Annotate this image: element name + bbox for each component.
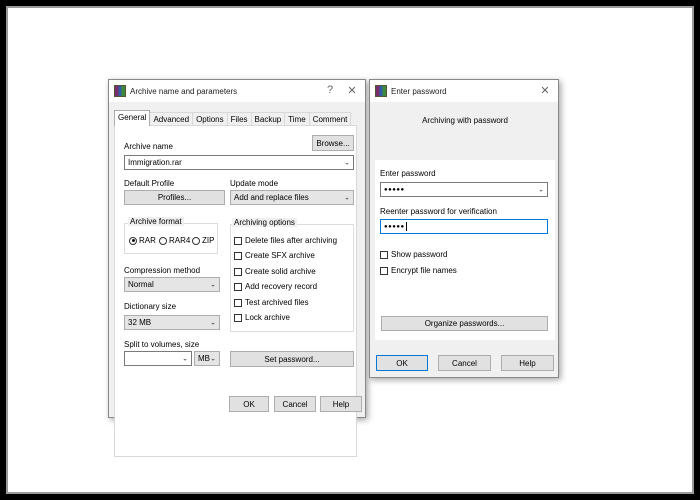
archive-name-input[interactable]: Immigration.rar ⌄ [124,155,354,170]
format-rar4-label: RAR4 [169,236,191,245]
ok-button[interactable]: OK [229,396,269,412]
encrypt-names-label: Encrypt file names [391,266,457,275]
cancel-button[interactable]: Cancel [274,396,316,412]
compression-method-value: Normal [128,280,154,289]
update-mode-value: Add and replace files [234,193,309,202]
archive-dialog: Archive name and parameters ? ✕ General … [108,79,366,457]
compression-method-select[interactable]: Normal ⌄ [124,277,220,292]
tab-time[interactable]: Time [284,112,310,126]
archiving-with-password-text: Archiving with password [422,116,508,125]
split-volumes-label: Split to volumes, size [124,340,200,349]
checkbox-box [234,313,242,322]
password-dialog-title: Enter password [391,86,447,96]
enter-password-input[interactable]: ●●●●● ⌄ [380,182,548,197]
tab-general[interactable]: General [114,110,151,126]
organize-passwords-button[interactable]: Organize passwords... [381,316,548,331]
browse-button[interactable]: Browse... [312,135,354,151]
dictionary-size-label: Dictionary size [124,302,177,311]
help-button[interactable]: Help [501,355,554,371]
help-icon[interactable]: ? [323,84,337,96]
tab-strip: General Advanced Options Files Backup Ti… [114,110,352,126]
cancel-button[interactable]: Cancel [438,355,491,371]
checkbox-box [234,251,242,260]
reenter-password-label: Reenter password for verification [380,207,497,216]
format-rar-radio[interactable]: RAR [129,236,156,245]
default-profile-label: Default Profile [124,179,175,188]
checkbox-box [234,282,242,291]
checkbox-box [234,236,242,245]
show-password-label: Show password [391,250,448,259]
encrypt-names-checkbox[interactable]: Encrypt file names [380,266,457,275]
archive-name-label: Archive name [124,142,173,151]
ok-button[interactable]: OK [376,355,428,371]
format-zip-label: ZIP [202,236,215,245]
tab-backup[interactable]: Backup [250,112,286,126]
chevron-down-icon: ⌄ [210,281,216,289]
chevron-down-icon: ⌄ [344,159,350,167]
tab-advanced[interactable]: Advanced [149,112,194,126]
archive-dialog-title: Archive name and parameters [130,86,238,96]
text-cursor [405,222,407,231]
format-rar4-radio[interactable]: RAR4 [159,236,190,245]
chevron-down-icon: ⌄ [344,194,350,202]
help-button[interactable]: Help [320,396,362,412]
chevron-down-icon: ⌄ [210,319,216,327]
radio-indicator [129,236,137,245]
archive-dialog-titlebar: Archive name and parameters ? ✕ [109,80,365,102]
dictionary-size-value: 32 MB [128,318,152,327]
update-mode-select[interactable]: Add and replace files ⌄ [230,190,354,205]
chevron-down-icon: ⌄ [538,186,544,194]
archiving-options-label: Archiving options [232,218,297,227]
dictionary-size-select[interactable]: 32 MB ⌄ [124,315,220,330]
chevron-down-icon: ⌄ [210,355,216,363]
enter-password-label: Enter password [380,169,436,178]
lock-archive-label: Lock archive [245,313,290,322]
enter-password-value: ●●●●● [384,186,405,193]
password-dialog-titlebar: Enter password ✕ [370,80,558,102]
checkbox-box [380,250,388,259]
compression-method-label: Compression method [124,266,201,275]
update-mode-label: Update mode [230,179,279,188]
winrar-icon [114,85,126,97]
show-password-checkbox[interactable]: Show password [380,250,447,259]
archive-format-label: Archive format [128,217,184,226]
checkbox-box [234,298,242,307]
password-dialog: Enter password ✕ Archiving with password… [369,79,559,378]
reenter-password-input[interactable]: ●●●●● [380,219,548,234]
format-zip-radio[interactable]: ZIP [192,236,214,245]
close-icon[interactable]: ✕ [538,84,552,97]
reenter-password-value: ●●●●● [384,223,405,230]
format-rar-label: RAR [139,236,156,245]
split-unit-value: MB [198,354,210,363]
profiles-button[interactable]: Profiles... [124,190,225,205]
test-archived-checkbox[interactable]: Test archived files [234,298,309,307]
test-archived-label: Test archived files [245,298,309,307]
radio-indicator [192,236,200,245]
close-icon[interactable]: ✕ [345,84,359,97]
checkbox-box [234,267,242,276]
recovery-record-checkbox[interactable]: Add recovery record [234,282,317,291]
tab-files[interactable]: Files [226,112,252,126]
create-sfx-checkbox[interactable]: Create SFX archive [234,251,315,260]
archive-name-value: Immigration.rar [128,158,182,167]
chevron-down-icon: ⌄ [182,355,188,363]
winrar-icon [375,85,387,97]
split-size-input[interactable]: ⌄ [124,351,192,366]
tab-comment[interactable]: Comment [308,112,352,126]
create-solid-checkbox[interactable]: Create solid archive [234,267,316,276]
lock-archive-checkbox[interactable]: Lock archive [234,313,290,322]
checkbox-box [380,266,388,275]
tab-options[interactable]: Options [192,112,228,126]
delete-files-checkbox[interactable]: Delete files after archiving [234,236,337,245]
delete-files-label: Delete files after archiving [245,236,338,245]
recovery-record-label: Add recovery record [245,282,318,291]
split-unit-select[interactable]: MB ⌄ [194,351,220,366]
set-password-button[interactable]: Set password... [230,351,354,367]
radio-indicator [159,236,167,245]
create-sfx-label: Create SFX archive [245,251,315,260]
password-panel: Enter password ●●●●● ⌄ Reenter password … [375,160,555,340]
create-solid-label: Create solid archive [245,267,316,276]
